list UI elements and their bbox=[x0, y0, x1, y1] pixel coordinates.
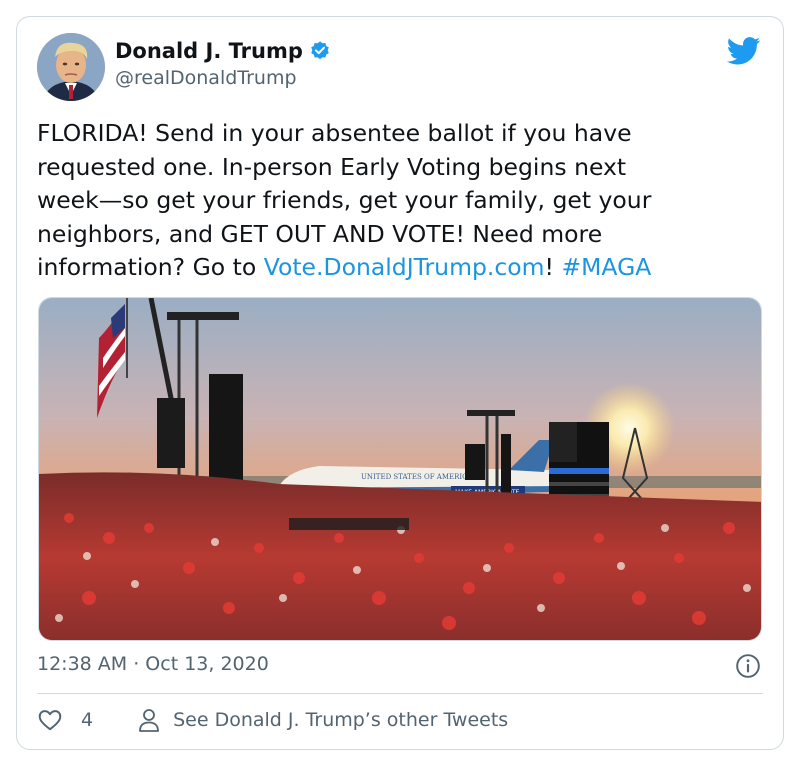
user-handle[interactable]: @realDonaldTrump bbox=[115, 67, 297, 89]
tweet-punctuation: ! bbox=[544, 253, 562, 281]
name-row[interactable]: Donald J. Trump bbox=[115, 39, 331, 63]
person-icon bbox=[139, 709, 159, 732]
tweet-line: neighbors, and GET OUT AND VOTE! Need mo… bbox=[37, 219, 603, 248]
like-button[interactable]: 4 bbox=[37, 707, 93, 733]
tweet-card: Donald J. Trump @realDonaldTrump FLORIDA… bbox=[16, 16, 784, 750]
tweet-actions: 4 See Donald J. Trump’s other Tweets bbox=[37, 707, 508, 733]
verified-badge-icon bbox=[311, 41, 329, 60]
other-tweets-label[interactable]: See Donald J. Trump’s other Tweets bbox=[173, 709, 508, 731]
display-name[interactable]: Donald J. Trump bbox=[115, 39, 303, 63]
twitter-bird-icon[interactable] bbox=[727, 37, 761, 65]
tweet-line: week—so get your friends, get your famil… bbox=[37, 186, 652, 214]
avatar[interactable] bbox=[37, 33, 105, 101]
divider bbox=[37, 693, 763, 694]
maga-hashtag[interactable]: #MAGA bbox=[561, 253, 651, 281]
tweet-timestamp[interactable]: 12:38 AM · Oct 13, 2020 bbox=[37, 653, 269, 675]
tweet-line-prefix: information? Go to bbox=[37, 253, 264, 281]
heart-icon bbox=[38, 710, 62, 731]
vote-link[interactable]: Vote.DonaldJTrump.com bbox=[264, 253, 545, 281]
rally-photo: UNITED STATES OF AMERICA MAKE AMERICA VO… bbox=[39, 298, 761, 640]
tweet-text: FLORIDA! Send in your absentee ballot if… bbox=[37, 117, 767, 285]
info-icon[interactable] bbox=[735, 653, 761, 679]
tweet-line: information? Go to Vote.DonaldJTrump.com… bbox=[37, 251, 767, 285]
tweet-line: FLORIDA! Send in your absentee ballot if… bbox=[37, 119, 632, 147]
tweet-line: requested one. In-person Early Voting be… bbox=[37, 152, 627, 181]
stage-platform bbox=[289, 518, 409, 530]
like-count: 4 bbox=[81, 709, 94, 731]
avatar-image bbox=[37, 33, 105, 101]
tweet-media-photo[interactable]: UNITED STATES OF AMERICA MAKE AMERICA VO… bbox=[38, 297, 762, 641]
other-tweets-link[interactable]: See Donald J. Trump’s other Tweets bbox=[137, 707, 508, 733]
plane-lettering: UNITED STATES OF AMERICA bbox=[361, 473, 474, 481]
